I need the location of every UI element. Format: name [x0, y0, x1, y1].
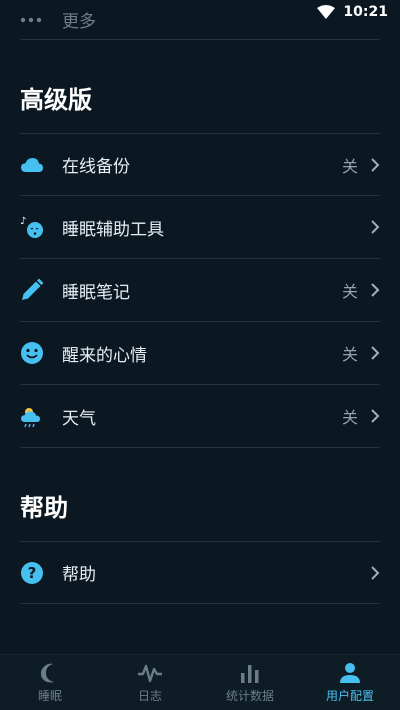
row-label: 帮助	[62, 565, 96, 585]
svg-text:?: ?	[28, 564, 37, 582]
row-label: 天气	[62, 408, 96, 429]
row-label: 在线备份	[62, 157, 130, 177]
chevron-right-icon	[371, 409, 380, 423]
help-icon: ?	[20, 561, 44, 585]
nav-label: 日志	[137, 688, 162, 703]
nav-label: 统计数据	[225, 688, 274, 703]
smiley-icon	[20, 341, 44, 365]
row-help[interactable]: ? 帮助	[20, 541, 380, 604]
row-value: 关	[341, 345, 358, 364]
nav-item-log[interactable]: 日志	[100, 655, 200, 710]
row-value: 关	[341, 282, 358, 301]
moon-icon	[40, 663, 54, 682]
row-weather[interactable]: 天气 关	[20, 385, 380, 448]
row-sleep-notes[interactable]: 睡眠笔记 关	[20, 259, 380, 322]
weather-icon	[20, 404, 44, 428]
chevron-right-icon	[371, 346, 380, 360]
svg-text:♪: ♪	[20, 216, 26, 227]
bottom-nav: 睡眠 日志 统计数据 用户配置	[0, 654, 400, 710]
row-label: 醒来的心情	[62, 345, 147, 366]
row-online-backup[interactable]: 在线备份 关	[20, 133, 380, 196]
row-sleep-aid[interactable]: ♪ 睡眠辅助工具	[20, 196, 380, 259]
section-title-help: 帮助	[20, 494, 68, 522]
chevron-right-icon	[371, 565, 380, 580]
pulse-icon	[138, 664, 162, 682]
chevron-right-icon	[371, 220, 380, 234]
row-wake-mood[interactable]: 醒来的心情 关	[20, 322, 380, 385]
row-value: 关	[341, 156, 358, 176]
wifi-icon	[317, 5, 336, 19]
row-label: 睡眠笔记	[62, 282, 130, 303]
nav-item-stats[interactable]: 统计数据	[200, 655, 300, 710]
status-bar: 10:21	[0, 0, 400, 24]
sleep-aid-icon: ♪	[20, 215, 44, 239]
row-value: 关	[341, 408, 358, 427]
nav-label: 用户配置	[325, 688, 374, 703]
status-time: 10:21	[343, 4, 388, 20]
user-icon	[340, 662, 360, 683]
nav-label: 睡眠	[37, 688, 62, 703]
bar-chart-icon	[241, 664, 259, 683]
chevron-right-icon	[371, 157, 380, 172]
nav-item-profile[interactable]: 用户配置	[300, 655, 400, 710]
section-title-premium: 高级版	[20, 86, 92, 114]
nav-item-sleep[interactable]: 睡眠	[0, 655, 100, 710]
cloud-icon	[20, 153, 44, 177]
chevron-right-icon	[371, 283, 380, 297]
row-label: 睡眠辅助工具	[62, 219, 164, 240]
pencil-icon	[20, 278, 44, 302]
